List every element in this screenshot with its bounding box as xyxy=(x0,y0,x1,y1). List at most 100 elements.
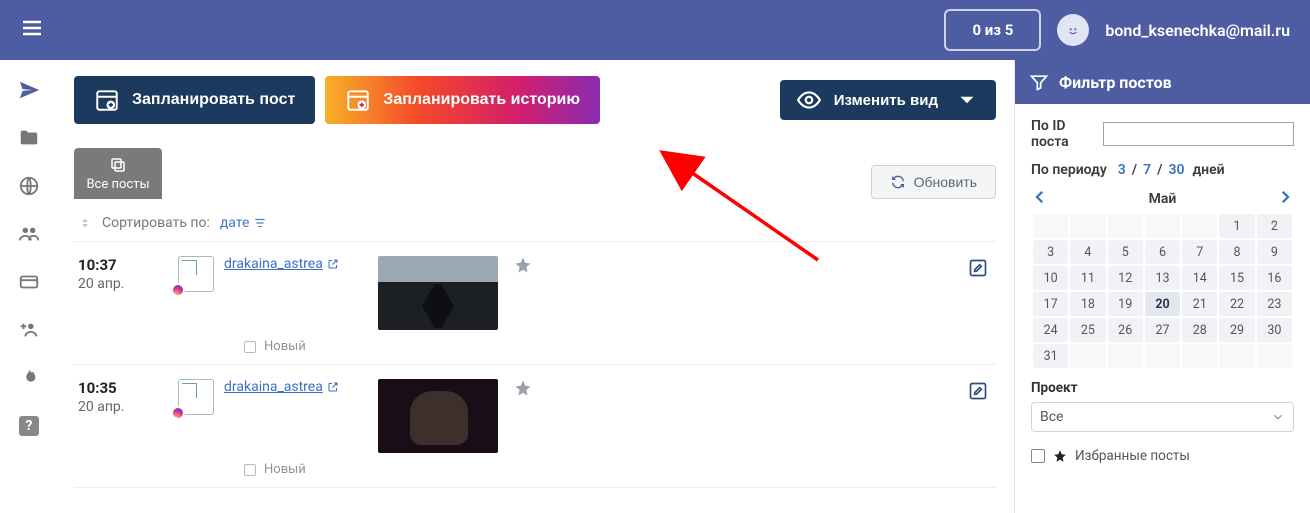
paper-plane-icon xyxy=(18,79,40,101)
plan-post-label: Запланировать пост xyxy=(132,91,295,109)
main-area: Запланировать пост Запланировать историю… xyxy=(58,60,1014,513)
cal-day[interactable]: 19 xyxy=(1108,292,1143,316)
post-date: 20 апр. xyxy=(78,399,178,415)
change-view-label: Изменить вид xyxy=(834,92,938,109)
favorite-star[interactable] xyxy=(514,256,532,278)
cal-day[interactable]: 3 xyxy=(1033,240,1068,264)
nav-add-people-icon[interactable] xyxy=(17,318,41,342)
cal-day[interactable]: 2 xyxy=(1257,214,1292,238)
post-status: Новый xyxy=(244,462,306,477)
cal-empty-cell xyxy=(1182,214,1217,238)
post-media-thumbnail[interactable] xyxy=(378,256,498,330)
cal-empty-cell xyxy=(1219,344,1254,368)
cal-day[interactable]: 26 xyxy=(1108,318,1143,342)
cal-next[interactable] xyxy=(1276,188,1294,210)
cal-day[interactable]: 31 xyxy=(1033,344,1068,368)
nav-folder-icon[interactable] xyxy=(17,126,41,150)
cal-day[interactable]: 8 xyxy=(1219,240,1254,264)
cal-day[interactable]: 1 xyxy=(1219,214,1254,238)
cal-empty-cell xyxy=(1108,214,1143,238)
usage-counter-pill[interactable]: 0 из 5 xyxy=(944,9,1041,51)
project-select[interactable]: Все xyxy=(1031,402,1294,432)
cal-day[interactable]: 22 xyxy=(1219,292,1254,316)
calendar[interactable]: 1234567891011121314151617181920212223242… xyxy=(1031,212,1294,370)
cal-day[interactable]: 13 xyxy=(1145,266,1180,290)
calendar-month: Май xyxy=(1149,191,1177,207)
eye-icon xyxy=(796,87,822,113)
cal-prev[interactable] xyxy=(1031,188,1049,210)
status-checkbox-icon xyxy=(244,341,256,353)
star-icon xyxy=(514,256,532,274)
cal-day[interactable]: 21 xyxy=(1182,292,1217,316)
cal-empty-cell xyxy=(1033,214,1068,238)
hamburger-menu-button[interactable] xyxy=(20,16,44,44)
nav-help-icon[interactable]: ? xyxy=(17,414,41,438)
nav-people-icon[interactable] xyxy=(17,222,41,246)
cal-day[interactable]: 7 xyxy=(1182,240,1217,264)
change-view-button[interactable]: Изменить вид xyxy=(780,80,996,120)
account-link[interactable]: drakaina_astrea xyxy=(224,256,339,272)
nav-globe-icon[interactable] xyxy=(17,174,41,198)
cal-day[interactable]: 24 xyxy=(1033,318,1068,342)
cal-day[interactable]: 29 xyxy=(1219,318,1254,342)
cal-day[interactable]: 28 xyxy=(1182,318,1217,342)
avatar[interactable] xyxy=(1057,14,1089,46)
cal-day[interactable]: 15 xyxy=(1219,266,1254,290)
account-avatar[interactable] xyxy=(178,379,214,415)
credit-card-icon xyxy=(18,271,40,293)
tab-all-posts[interactable]: Все посты xyxy=(74,148,162,199)
sort-selector[interactable]: дате xyxy=(220,215,268,231)
cal-day[interactable]: 18 xyxy=(1070,292,1105,316)
post-timestamp: 10:37 20 апр. xyxy=(78,256,178,292)
cal-day[interactable]: 12 xyxy=(1108,266,1143,290)
cal-day[interactable]: 10 xyxy=(1033,266,1068,290)
cal-day[interactable]: 17 xyxy=(1033,292,1068,316)
tab-all-posts-label: Все посты xyxy=(86,177,149,192)
cal-day[interactable]: 30 xyxy=(1257,318,1292,342)
favorite-star[interactable] xyxy=(514,379,532,401)
cal-day[interactable]: 9 xyxy=(1257,240,1292,264)
sort-lines-icon xyxy=(253,216,267,230)
account-link[interactable]: drakaina_astrea xyxy=(224,379,339,395)
refresh-button[interactable]: Обновить xyxy=(871,165,996,199)
star-icon xyxy=(1053,449,1067,463)
status-checkbox-icon xyxy=(244,464,256,476)
period-option-7[interactable]: 7 xyxy=(1143,162,1151,178)
cal-day[interactable]: 4 xyxy=(1070,240,1105,264)
cal-day[interactable]: 25 xyxy=(1070,318,1105,342)
plan-story-button[interactable]: Запланировать историю xyxy=(325,76,600,124)
post-media-thumbnail[interactable] xyxy=(378,379,498,453)
topbar: 0 из 5 bond_ksenechka@mail.ru xyxy=(0,0,1310,60)
cal-day[interactable]: 6 xyxy=(1145,240,1180,264)
project-select-value: Все xyxy=(1040,409,1063,425)
project-label: Проект xyxy=(1031,380,1294,396)
cal-day[interactable]: 16 xyxy=(1257,266,1292,290)
edit-post-button[interactable] xyxy=(968,381,988,405)
cal-day[interactable]: 20 xyxy=(1145,292,1180,316)
account-avatar[interactable] xyxy=(178,256,214,292)
post-date: 20 апр. xyxy=(78,276,178,292)
plan-post-button[interactable]: Запланировать пост xyxy=(74,76,315,124)
by-id-input[interactable] xyxy=(1103,122,1294,146)
globe-icon xyxy=(18,175,40,197)
edit-post-button[interactable] xyxy=(968,258,988,282)
period-option-3[interactable]: 3 xyxy=(1118,162,1126,178)
cal-day[interactable]: 11 xyxy=(1070,266,1105,290)
period-option-30[interactable]: 30 xyxy=(1168,162,1184,178)
avatar-face-icon xyxy=(1064,21,1082,39)
cal-day[interactable]: 14 xyxy=(1182,266,1217,290)
nav-card-icon[interactable] xyxy=(17,270,41,294)
sort-value: дате xyxy=(220,215,250,231)
nav-posts-icon[interactable] xyxy=(17,78,41,102)
favorites-row[interactable]: Избранные посты xyxy=(1031,448,1294,464)
cal-day[interactable]: 27 xyxy=(1145,318,1180,342)
nav-trending-icon[interactable] xyxy=(17,366,41,390)
cal-empty-cell xyxy=(1182,344,1217,368)
cal-empty-cell xyxy=(1070,344,1105,368)
filter-title: Фильтр постов xyxy=(1059,73,1172,92)
chevron-right-icon xyxy=(1276,188,1294,206)
funnel-icon xyxy=(1029,72,1049,92)
cal-day[interactable]: 23 xyxy=(1257,292,1292,316)
cal-day[interactable]: 5 xyxy=(1108,240,1143,264)
favorites-checkbox[interactable] xyxy=(1031,449,1045,463)
